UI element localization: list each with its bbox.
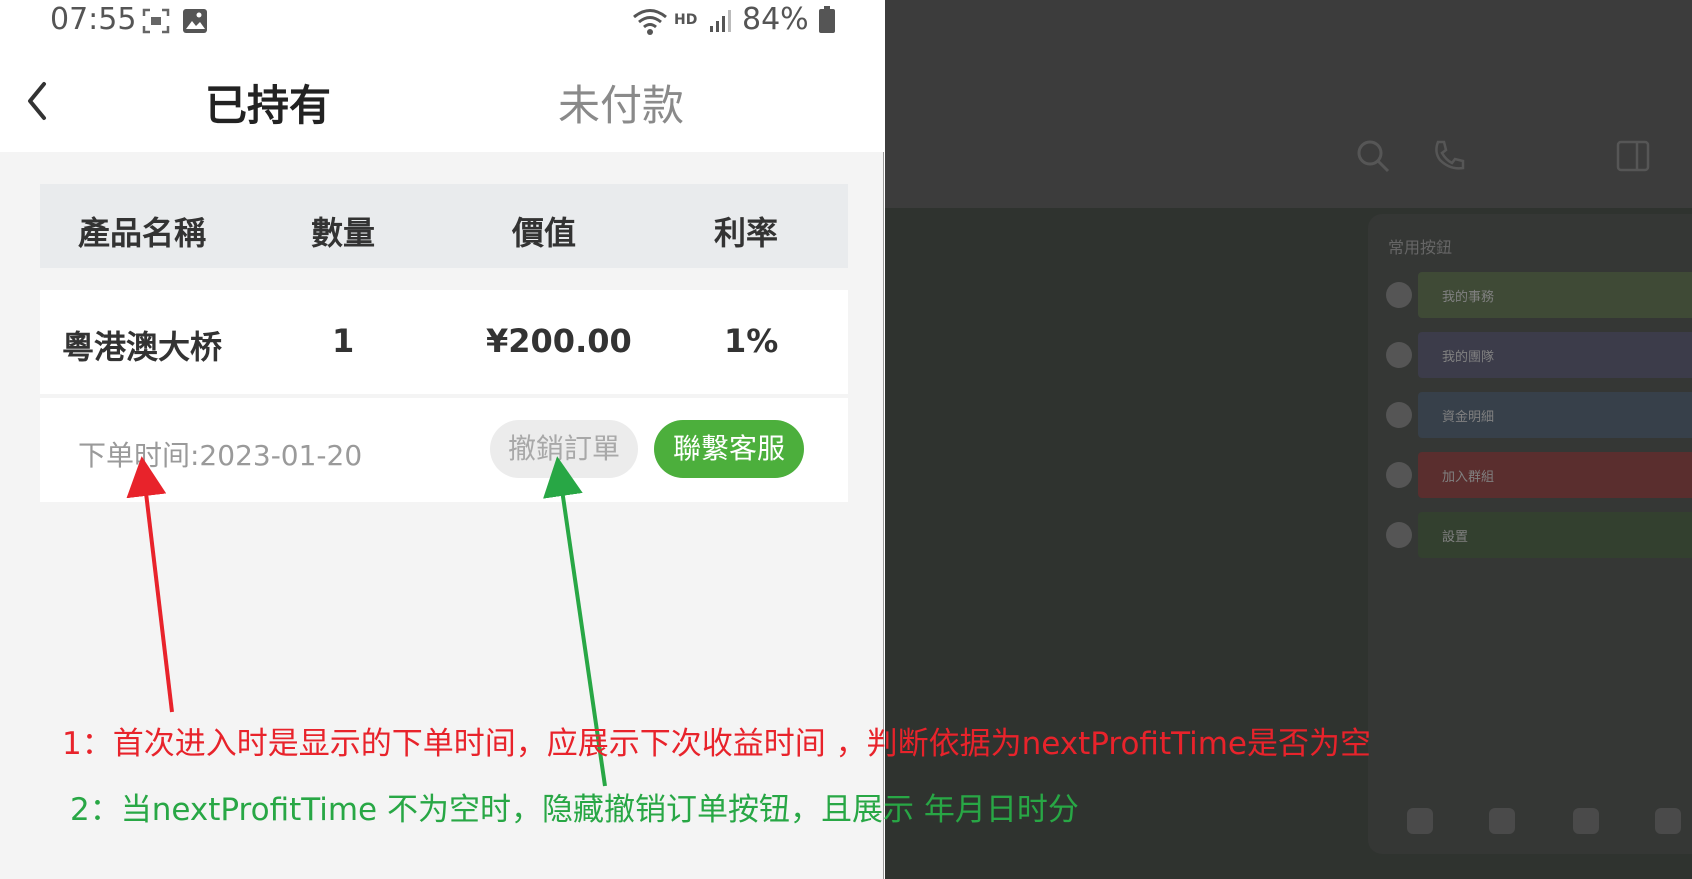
screenshot-icon	[142, 8, 170, 34]
sidebar-toggle-icon	[1616, 140, 1650, 172]
panel-item-icon	[1386, 282, 1412, 308]
product-rate: 1%	[724, 322, 779, 360]
column-header-name: 產品名稱	[78, 214, 207, 252]
column-header-quantity: 數量	[311, 214, 376, 252]
table-header: 產品名稱 數量 價值 利率	[40, 184, 848, 268]
contact-support-button[interactable]: 聯繫客服	[654, 420, 804, 478]
panel-item-affairs[interactable]: 我的事務	[1418, 272, 1692, 318]
order-time: 下单时间:2023-01-20	[78, 439, 363, 472]
network-hd-label: HD	[674, 12, 698, 28]
annotation-note-2: 2：当nextProfitTime 不为空时，隐藏撤销订单按钮，且展示 年月日时…	[70, 792, 1079, 828]
order-actions-row: 下单时间:2023-01-20 撤銷訂單 聯繫客服	[40, 398, 848, 502]
column-header-rate: 利率	[714, 214, 779, 252]
column-header-value: 價值	[512, 214, 577, 252]
panel-item-funds[interactable]: 資金明細	[1418, 392, 1692, 438]
panel-item-settings[interactable]: 設置	[1418, 512, 1692, 558]
product-name: 粵港澳大桥	[62, 328, 223, 366]
panel-item-icon	[1386, 402, 1412, 428]
panel-item-group[interactable]: 加入群組	[1418, 452, 1692, 498]
search-icon	[1357, 140, 1390, 173]
bottom-nav-icon	[1573, 808, 1599, 834]
common-buttons-panel: 常用按鈕 我的事務 我的團隊 資金明細 加入群組 設置	[1368, 214, 1692, 854]
status-time: 07:55	[50, 2, 137, 37]
panel-item-icon	[1386, 522, 1412, 548]
nav-bar: 已持有 未付款	[0, 44, 884, 152]
cancel-order-button[interactable]: 撤銷訂單	[490, 420, 638, 478]
panel-item-team[interactable]: 我的團隊	[1418, 332, 1692, 378]
panel-item-icon	[1386, 342, 1412, 368]
panel-title: 常用按鈕	[1388, 238, 1453, 257]
tab-held[interactable]: 已持有	[205, 72, 331, 133]
panel-item-icon	[1386, 462, 1412, 488]
background-header	[885, 0, 1692, 208]
wifi-icon	[633, 9, 667, 35]
table-row: 粵港澳大桥 1 ¥200.00 1%	[40, 290, 848, 394]
product-value: ¥200.00	[486, 322, 632, 360]
battery-icon	[819, 6, 835, 33]
back-arrow-icon[interactable]	[18, 76, 58, 126]
phone-icon	[1435, 140, 1465, 170]
bottom-nav-icon	[1407, 808, 1433, 834]
screenshot-root: 常用按鈕 我的事務 我的團隊 資金明細 加入群組 設置 07:55 HD 84%…	[0, 0, 1692, 879]
tab-unpaid[interactable]: 未付款	[558, 72, 684, 133]
gallery-icon	[183, 9, 207, 33]
product-quantity: 1	[332, 322, 355, 360]
annotation-note-1: 1：首次进入时是显示的下单时间，应展示下次收益时间 ，判断依据为nextProf…	[62, 726, 1371, 762]
battery-percent: 84%	[742, 2, 809, 37]
bottom-nav-icon	[1489, 808, 1515, 834]
bottom-nav-icon	[1655, 808, 1681, 834]
signal-icon	[710, 10, 731, 32]
status-bar: 07:55 HD 84%	[0, 0, 884, 44]
